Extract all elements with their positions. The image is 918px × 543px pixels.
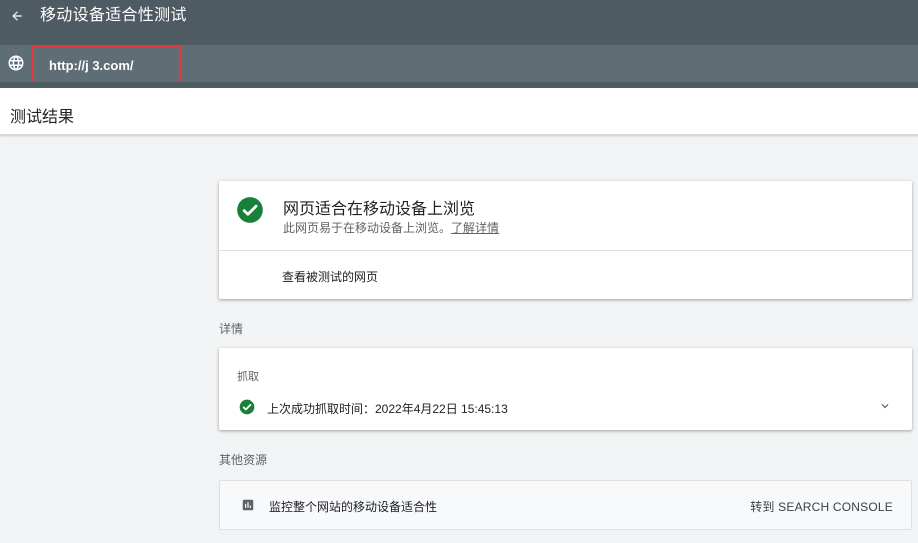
check-circle-icon — [239, 399, 255, 415]
last-crawl-time: 上次成功抓取时间：2022年4月22日 15:45:13 — [267, 402, 508, 416]
monitor-site-text: 监控整个网站的移动设备适合性 — [269, 500, 438, 514]
card-divider — [219, 250, 912, 251]
check-circle-icon — [237, 197, 263, 223]
bar-chart-icon — [242, 499, 254, 511]
result-card: 网页适合在移动设备上浏览 此网页易于在移动设备上浏览。了解详情 查看被测试的网页 — [219, 181, 912, 299]
results-header: 测试结果 — [0, 88, 918, 135]
arrow-left-icon — [12, 11, 22, 21]
crawl-card[interactable]: 抓取 上次成功抓取时间：2022年4月22日 15:45:13 — [219, 348, 912, 430]
url-highlight-box[interactable]: http://j 3.com/ — [32, 45, 181, 85]
results-title: 测试结果 — [10, 109, 75, 126]
globe-icon — [8, 55, 24, 71]
back-button[interactable] — [7, 6, 27, 26]
go-to-search-console-link[interactable]: 转到 SEARCH CONSOLE — [750, 498, 893, 515]
search-console-card: 监控整个网站的移动设备适合性 转到 SEARCH CONSOLE — [219, 480, 912, 530]
crawl-label: 抓取 — [237, 371, 259, 383]
learn-more-link[interactable]: 了解详情 — [451, 221, 499, 235]
other-resources-label: 其他资源 — [219, 453, 268, 467]
tested-url: http://j 3.com/ — [49, 57, 134, 73]
url-bar: http://j 3.com/ — [0, 45, 918, 85]
details-label: 详情 — [219, 322, 244, 336]
result-subtitle-text: 此网页易于在移动设备上浏览。 — [283, 221, 452, 235]
result-subtitle: 此网页易于在移动设备上浏览。了解详情 — [283, 219, 499, 236]
result-title: 网页适合在移动设备上浏览 — [283, 201, 476, 218]
app-header: 移动设备适合性测试 — [0, 0, 918, 45]
chevron-down-icon[interactable] — [878, 399, 892, 413]
app-title: 移动设备适合性测试 — [40, 7, 187, 24]
view-tested-page-link[interactable]: 查看被测试的网页 — [282, 268, 378, 285]
